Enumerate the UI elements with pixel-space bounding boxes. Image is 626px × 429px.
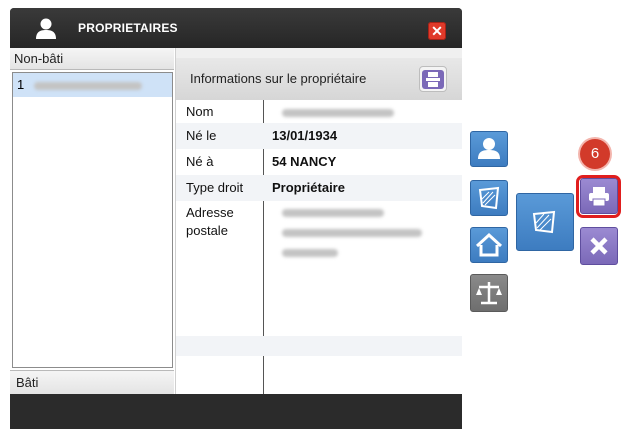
close-panel-button[interactable] [580,227,618,265]
blurred-owner-name [33,81,142,90]
close-button[interactable]: ✕ [428,22,446,40]
nonbati-list: 1 [12,72,173,368]
close-icon [590,237,608,255]
row-value: 54 NANCY [272,154,337,169]
proprietaires-window: PROPRIETAIRES ✕ Non-bâti 1 Bâti Informat… [10,8,462,429]
blurred-address-line [282,229,422,237]
window-title: PROPRIETAIRES [78,21,178,35]
house-icon [475,232,503,257]
row-label: Adresse [186,205,234,220]
parcel-large-button[interactable] [516,193,574,251]
row-value: Propriétaire [272,180,345,195]
row-nom: Nom [176,104,462,122]
nonbati-header[interactable]: Non-bâti [10,48,174,70]
row-label: Nom [186,104,214,119]
blurred-address-line [282,249,338,257]
row-label: Né le [186,128,217,143]
parcel-icon [532,210,556,234]
parcel-list-panel: Non-bâti 1 Bâti [10,48,176,394]
bati-header[interactable]: Bâti [10,370,174,394]
user-icon [36,18,56,39]
empty-row [176,336,462,356]
parcel-button[interactable] [470,180,508,216]
legal-button[interactable] [470,274,508,312]
title-bar: PROPRIETAIRES ✕ [10,8,462,48]
window-footer [10,394,462,429]
print-info-button[interactable] [419,66,447,92]
row-label: postale [186,223,228,238]
blurred-name [282,109,394,117]
printer-icon [422,70,444,89]
list-item[interactable]: 1 [13,73,172,97]
blurred-address-line [282,209,384,217]
owner-button[interactable] [470,131,508,167]
print-button-highlight [576,175,621,218]
row-birthplace: Né à 54 NANCY [176,149,462,175]
scales-icon [476,282,502,305]
list-item-index: 1 [17,77,25,92]
window-content: Non-bâti 1 Bâti Informations sur le prop… [10,48,462,394]
parcel-icon [478,186,500,210]
row-value: 13/01/1934 [272,128,338,143]
owner-info-panel: Informations sur le propriétaire Nom Né … [176,48,462,394]
user-icon [478,138,500,159]
row-address: Adresse postale [176,204,462,264]
info-table: Nom Né le 13/01/1934 Né à 54 NANCY Type … [176,100,462,394]
row-label: Né à [186,154,214,169]
home-button[interactable] [470,227,508,263]
row-right-type: Type droit Propriétaire [176,175,462,201]
step-badge: 6 [580,139,610,169]
row-label: Type droit [186,180,244,195]
row-birthdate: Né le 13/01/1934 [176,123,462,149]
